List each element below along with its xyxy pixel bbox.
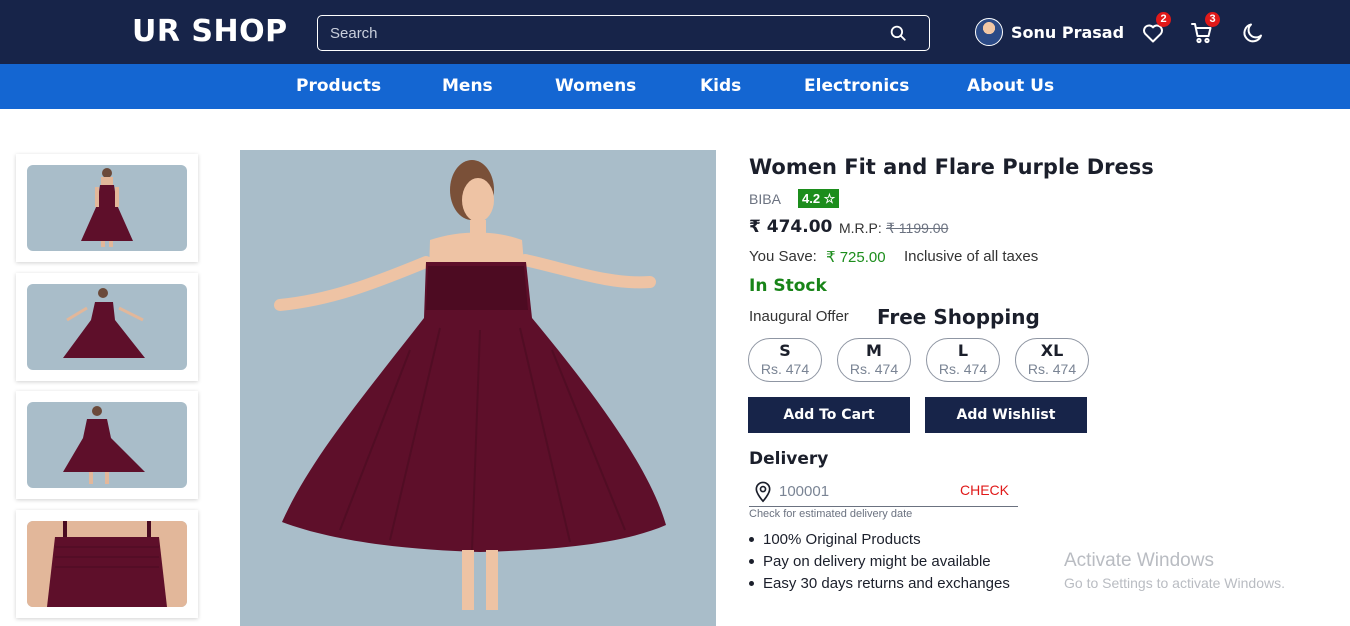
site-logo[interactable]: UR SHOP [132,14,288,49]
thumbnail-image [27,165,187,251]
nav-item-products[interactable]: Products [296,76,381,96]
pincode-input[interactable] [779,481,929,501]
main-product-image[interactable] [240,150,716,626]
dress-twirl-image [63,406,145,484]
dress-model-image [274,160,666,610]
size-price: Rs. 474 [760,361,810,377]
size-label: XL [1040,341,1064,360]
thumbnail-image [27,402,187,488]
dress-spread-image [63,288,145,358]
feature-item: Easy 30 days returns and exchanges [749,575,1010,597]
dress-back-image [81,168,133,247]
size-label: L [957,341,969,360]
add-to-cart-button[interactable]: Add To Cart [748,397,910,433]
size-label: M [866,341,882,360]
search-input[interactable] [330,23,870,43]
size-label: S [779,341,791,360]
size-price: Rs. 474 [849,361,899,377]
size-option-l[interactable]: L Rs. 474 [926,338,1000,382]
pincode-row: CHECK [749,478,1018,507]
top-header: UR SHOP Sonu Prasad 2 3 [0,0,1350,64]
size-option-m[interactable]: M Rs. 474 [837,338,911,382]
wishlist-button[interactable]: 2 [1141,12,1171,45]
feature-item: Pay on delivery might be available [749,553,1010,575]
thumbnail-3[interactable] [16,391,198,499]
feature-item: 100% Original Products [749,531,1010,553]
product-price: ₹ 474.00 [749,217,833,237]
location-pin-icon [755,481,771,503]
dress-closeup-image [27,521,187,607]
nav-item-about-us[interactable]: About Us [967,76,1054,96]
user-name: Sonu Prasad [1011,22,1125,42]
add-wishlist-button[interactable]: Add Wishlist [925,397,1087,433]
savings-label: You Save: [749,248,817,265]
delivery-title: Delivery [749,449,829,469]
rating-badge: 4.2 ☆ [798,189,840,208]
cart-count-badge: 3 [1205,12,1220,27]
moon-icon [1243,23,1262,43]
nav-item-womens[interactable]: Womens [555,76,636,96]
activate-windows-subtitle: Go to Settings to activate Windows. [1064,575,1285,591]
feature-list: 100% Original Products Pay on delivery m… [749,531,1010,597]
mrp-value: ₹ 1199.00 [886,220,949,236]
product-title: Women Fit and Flare Purple Dress [749,155,1154,179]
check-pincode-button[interactable]: CHECK [960,482,1009,498]
size-price: Rs. 474 [1027,361,1077,377]
theme-toggle-button[interactable] [1241,21,1265,45]
savings-value: ₹ 725.00 [826,249,886,266]
thumbnail-2[interactable] [16,273,198,381]
nav-item-kids[interactable]: Kids [700,76,741,96]
wishlist-count-badge: 2 [1156,12,1171,27]
thumbnail-image [27,284,187,370]
user-profile[interactable]: Sonu Prasad [975,18,1124,46]
size-price: Rs. 474 [938,361,988,377]
product-brand[interactable]: BIBA [749,191,781,207]
pincode-help-text: Check for estimated delivery date [749,508,913,520]
offer-value: Free Shopping [877,305,1040,329]
avatar [975,18,1003,46]
mrp-label: M.R.P: [839,220,882,236]
search-bar [317,15,930,51]
size-option-s[interactable]: S Rs. 474 [748,338,822,382]
nav-item-mens[interactable]: Mens [442,76,493,96]
nav-item-electronics[interactable]: Electronics [804,76,909,96]
search-icon[interactable] [889,24,907,42]
thumbnail-4[interactable] [16,510,198,618]
stock-status: In Stock [749,276,827,296]
size-option-xl[interactable]: XL Rs. 474 [1015,338,1089,382]
offer-label: Inaugural Offer [749,308,849,325]
taxes-note: Inclusive of all taxes [904,248,1039,265]
category-nav: Products Mens Womens Kids Electronics Ab… [0,64,1350,109]
cart-button[interactable]: 3 [1190,12,1220,45]
activate-windows-title: Activate Windows [1064,550,1214,571]
thumbnail-image [27,521,187,607]
thumbnail-1[interactable] [16,154,198,262]
